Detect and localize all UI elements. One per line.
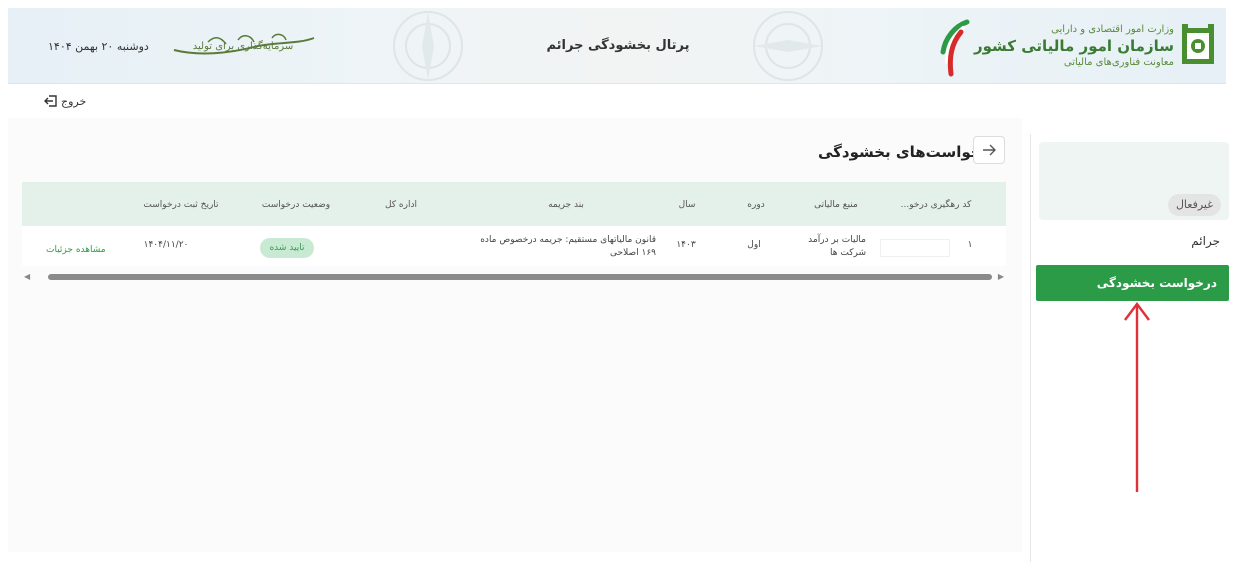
row-index: ۱ [967,240,973,250]
ministry-name: وزارت امور اقتصادی و دارایی [1051,24,1174,35]
iran-flag-icon [940,19,970,77]
penalty-line1: قانون مالیاتهای مستقیم: جریمه درخصوص ماد… [480,235,656,245]
slogan-calligraphy: سرمایه‌گذاری برای تولید [173,33,315,55]
sidebar-profile-card: غیرفعال [1039,142,1229,220]
tax-organization-logo [1182,24,1214,64]
period-cell: اول [747,240,761,250]
request-date-cell: ۱۴۰۴/۱۱/۲۰ [143,240,189,250]
scroll-thumb[interactable] [48,274,992,280]
tax-source-line2: شرکت ها [830,248,866,258]
logout-icon [44,95,57,107]
col-request-status: وضعیت درخواست [261,200,331,210]
col-penalty-clause: بند جریمه [548,200,584,210]
portal-title: پرتال بخشودگی جرائم [546,38,690,53]
penalty-clause-cell: قانون مالیاتهای مستقیم: جریمه درخصوص ماد… [456,234,656,260]
col-tracking-code: کد رهگیری درخو... [900,200,972,210]
organization-brand: وزارت امور اقتصادی و دارایی سازمان امور … [974,16,1216,76]
inactive-status-badge: غیرفعال [1167,194,1221,216]
header-date: دوشنبه ۲۰ بهمن ۱۴۰۴ [48,40,149,53]
tax-source-line1: مالیات بر درآمد [808,235,866,245]
slogan-text: سرمایه‌گذاری برای تولید [193,40,293,52]
tracking-code-cell [880,239,950,257]
col-request-date: تاریخ ثبت درخواست [143,200,219,210]
col-year: سال [678,200,696,210]
status-badge: تایید شده [260,238,314,258]
back-button[interactable] [973,136,1005,164]
ornament-decoration [393,11,463,81]
page-title: درخواست‌های بخشودگی [817,143,998,161]
sidebar-section-penalties[interactable]: جرائم [1191,234,1220,248]
view-details-link[interactable]: مشاهده جزئیات [46,245,106,255]
sidebar-item-relief-request[interactable]: درخواست بخشودگی [1036,265,1229,301]
horizontal-scrollbar[interactable]: ◀ ▶ [22,271,1006,283]
scroll-left-icon[interactable]: ◀ [24,272,30,281]
year-cell: ۱۴۰۳ [676,240,696,250]
col-general-office: اداره کل [384,200,418,210]
tax-source-cell: مالیات بر درآمد شرکت ها [796,234,866,260]
scroll-right-icon[interactable]: ▶ [998,272,1004,281]
site-header: وزارت امور اقتصادی و دارایی سازمان امور … [8,8,1226,84]
exit-label: خروج [61,94,87,108]
deputy-name: معاونت فناوری‌های مالیاتی [1063,57,1174,68]
organization-name: سازمان امور مالیاتی کشور [973,37,1174,55]
ornament-decoration [753,11,823,81]
col-period: دوره [747,200,765,210]
annotation-arrow-icon [1124,302,1150,492]
table-row: ۱ مالیات بر درآمد شرکت ها اول ۱۴۰۳ قانون… [22,226,1006,266]
penalty-line2: ۱۶۹ اصلاحی [610,248,656,258]
arrow-right-icon [983,144,996,156]
exit-button[interactable]: خروج [44,94,86,108]
col-tax-source: منبع مالیاتی [814,200,858,210]
table-header-row: کد رهگیری درخو... منبع مالیاتی دوره سال … [22,182,1006,226]
